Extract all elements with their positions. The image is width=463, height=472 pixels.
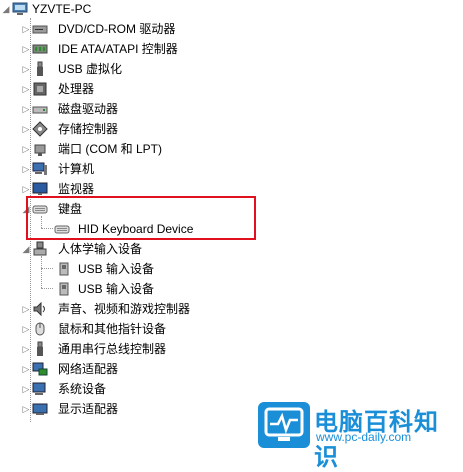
dvd-drive-icon — [32, 25, 48, 34]
tree-item-label: 声音、视频和游戏控制器 — [58, 302, 191, 316]
tree-item-label: 系统设备 — [58, 382, 107, 396]
tree-item-label: 存储控制器 — [58, 122, 119, 136]
collapse-arrow-icon[interactable]: ◢ — [2, 0, 10, 18]
tree-item-label: 显示适配器 — [58, 402, 119, 416]
tree-item-label: IDE ATA/ATAPI 控制器 — [58, 42, 178, 56]
expand-arrow-icon[interactable]: ▷ — [22, 400, 30, 418]
tree-item-sound[interactable]: ▷ 声音、视频和游戏控制器 — [0, 300, 260, 318]
tree-item-label: 端口 (COM 和 LPT) — [58, 142, 162, 156]
expand-arrow-icon[interactable]: ▷ — [22, 340, 30, 358]
tree-child-label: USB 输入设备 — [78, 262, 155, 276]
tree-item-label: 通用串行总线控制器 — [58, 342, 167, 356]
tree-item-processor[interactable]: ▷ 处理器 — [0, 80, 260, 98]
display-adapter-icon — [32, 403, 48, 415]
hid-icon — [33, 241, 47, 256]
expand-arrow-icon[interactable]: ▷ — [22, 320, 30, 338]
ide-controller-icon — [32, 44, 48, 54]
storage-controller-icon — [32, 121, 48, 137]
tree-item-disk[interactable]: ▷ 磁盘驱动器 — [0, 100, 260, 118]
watermark-logo: 电脑百科知识 www.pc-daily.com — [252, 398, 463, 471]
expand-arrow-icon[interactable]: ▷ — [22, 380, 30, 398]
tree-item-label: 网络适配器 — [58, 362, 119, 376]
monitor-icon — [32, 182, 48, 195]
watermark-url: www.pc-daily.com — [316, 430, 412, 444]
tree-item-hid[interactable]: ◢ 人体学输入设备 — [0, 240, 240, 258]
expand-arrow-icon[interactable]: ▷ — [22, 300, 30, 318]
tree-item-ide[interactable]: ▷ IDE ATA/ATAPI 控制器 — [0, 40, 260, 58]
sound-icon — [33, 301, 45, 317]
tree-item-computer[interactable]: ▷ 计算机 — [0, 160, 260, 178]
tree-item-usb-controller[interactable]: ▷ 通用串行总线控制器 — [0, 340, 260, 358]
tree-child-usb-input[interactable]: USB 输入设备 — [0, 260, 240, 278]
tree-root[interactable]: ◢ YZVTE-PC — [0, 0, 200, 18]
expand-arrow-icon[interactable]: ▷ — [22, 60, 30, 78]
tree-item-mouse[interactable]: ▷ 鼠标和其他指针设备 — [0, 320, 260, 338]
expand-arrow-icon[interactable]: ▷ — [22, 100, 30, 118]
tree-item-dvd[interactable]: ▷ DVD/CD-ROM 驱动器 — [0, 20, 260, 38]
tree-item-usb-virtual[interactable]: ▷ USB 虚拟化 — [0, 60, 260, 78]
expand-arrow-icon[interactable]: ▷ — [22, 20, 30, 38]
expand-arrow-icon[interactable]: ▷ — [22, 40, 30, 58]
usb-controller-icon — [37, 341, 43, 356]
usb-icon — [37, 61, 43, 76]
usb-input-icon — [59, 282, 69, 296]
network-adapter-icon — [32, 362, 48, 376]
tree-item-label: USB 虚拟化 — [58, 62, 123, 76]
expand-arrow-icon[interactable]: ▷ — [22, 360, 30, 378]
watermark-icon — [258, 402, 310, 448]
processor-icon — [33, 82, 47, 96]
computer-icon — [12, 2, 28, 15]
tree-item-label: DVD/CD-ROM 驱动器 — [58, 22, 176, 36]
device-tree: ◢ YZVTE-PC ▷ DVD/CD-ROM 驱动器 ▷ IDE ATA/AT… — [0, 0, 463, 450]
tree-item-storage[interactable]: ▷ 存储控制器 — [0, 120, 260, 138]
tree-child-usb-input[interactable]: USB 输入设备 — [0, 280, 240, 298]
tree-item-label: 人体学输入设备 — [58, 242, 143, 256]
port-icon — [34, 144, 46, 156]
expand-arrow-icon[interactable]: ▷ — [22, 80, 30, 98]
tree-item-system[interactable]: ▷ 系统设备 — [0, 380, 260, 398]
mouse-icon — [35, 322, 45, 336]
monitor-pulse-icon — [264, 407, 304, 441]
tree-item-port[interactable]: ▷ 端口 (COM 和 LPT) — [0, 140, 260, 158]
highlight-box — [26, 196, 256, 240]
expand-arrow-icon[interactable]: ▷ — [22, 140, 30, 158]
collapse-arrow-icon[interactable]: ◢ — [22, 240, 30, 258]
tree-item-display[interactable]: ▷ 显示适配器 — [0, 400, 260, 418]
tree-item-label: 计算机 — [58, 162, 95, 176]
tree-child-label: USB 输入设备 — [78, 282, 155, 296]
disk-drive-icon — [32, 106, 48, 114]
expand-arrow-icon[interactable]: ▷ — [22, 160, 30, 178]
tree-item-label: 磁盘驱动器 — [58, 102, 119, 116]
root-label: YZVTE-PC — [32, 2, 92, 16]
tree-item-network[interactable]: ▷ 网络适配器 — [0, 360, 260, 378]
computer-icon — [32, 162, 47, 175]
system-devices-icon — [32, 382, 46, 395]
tree-item-label: 处理器 — [58, 82, 95, 96]
usb-input-icon — [59, 262, 69, 276]
tree-item-label: 鼠标和其他指针设备 — [58, 322, 167, 336]
expand-arrow-icon[interactable]: ▷ — [22, 120, 30, 138]
